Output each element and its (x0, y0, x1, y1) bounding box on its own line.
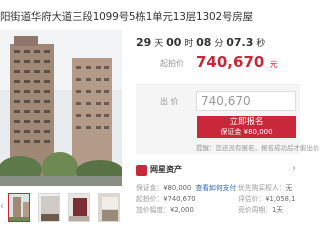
thumbnail-4[interactable] (98, 193, 120, 222)
countdown-minutes-unit: 分 (214, 39, 224, 49)
cycle-value: 1天 (271, 206, 284, 214)
main-property-photo[interactable] (0, 30, 122, 186)
how-to-pay-link[interactable]: 查看如何支付 (195, 184, 236, 192)
bid-label: 出 价 (160, 97, 179, 106)
appraisal-value: ¥1,058,1 (265, 195, 296, 203)
countdown-seconds-unit: 秒 (256, 39, 266, 49)
countdown-hours: 00 (166, 36, 182, 49)
register-button-deposit: 保证金 ¥80,000 (220, 128, 273, 136)
register-now-button[interactable]: 立即报名 保证金 ¥80,000 (197, 116, 296, 138)
increment-value: ¥2,000 (169, 206, 194, 214)
bid-reminder: 提醒：您还没有报名，报名成功后才能出价 (196, 144, 320, 152)
price-unit: 元 (269, 60, 278, 69)
start-price-value: ¥740,670 (163, 195, 196, 203)
countdown-seconds: 07.3 (226, 36, 254, 49)
deposit-value: ¥80,000 (163, 184, 192, 192)
appraisal-label: 评估价： (238, 195, 266, 203)
thumbnail-2[interactable] (38, 193, 60, 222)
listing-title: 阳街道华府大道三段1099号5栋1单元13层1302号房屋 (0, 11, 253, 23)
thumbs-prev-icon[interactable]: ‹ (0, 201, 4, 212)
agency-bar[interactable]: 网星资产 › (136, 163, 300, 179)
countdown-days-unit: 天 (154, 39, 164, 49)
bid-panel: 出 价 740,670 立即报名 保证金 ¥80,000 提醒：您还没有报名，报… (136, 84, 320, 154)
photo-thumbnails: ‹ (0, 193, 125, 223)
price-value: 740,670 (196, 53, 265, 71)
cycle-label: 竞价周期： (238, 206, 272, 214)
countdown-hours-unit: 时 (184, 39, 194, 49)
countdown-minutes: 08 (196, 36, 212, 49)
price-label: 起拍价 (160, 59, 184, 68)
start-price-label: 起拍价： (136, 195, 164, 203)
increment-label: 加价幅度： (136, 206, 170, 214)
register-button-label: 立即报名 (229, 117, 264, 127)
starting-price: 740,670 元 (196, 53, 278, 71)
chevron-right-icon: › (292, 163, 296, 174)
agency-logo-icon (136, 165, 147, 176)
thumbnail-1[interactable] (8, 193, 30, 222)
auction-countdown: 29 天 00 时 08 分 07.3 秒 (136, 36, 265, 50)
thumbnail-3[interactable] (68, 193, 90, 222)
deposit-label: 保证金： (136, 184, 164, 192)
agency-name: 网星资产 (150, 165, 182, 174)
priority-label: 优先购买权人： (238, 184, 286, 192)
bid-amount-input[interactable]: 740,670 (196, 91, 296, 111)
priority-value: 无 (285, 184, 293, 192)
countdown-days: 29 (136, 36, 152, 49)
